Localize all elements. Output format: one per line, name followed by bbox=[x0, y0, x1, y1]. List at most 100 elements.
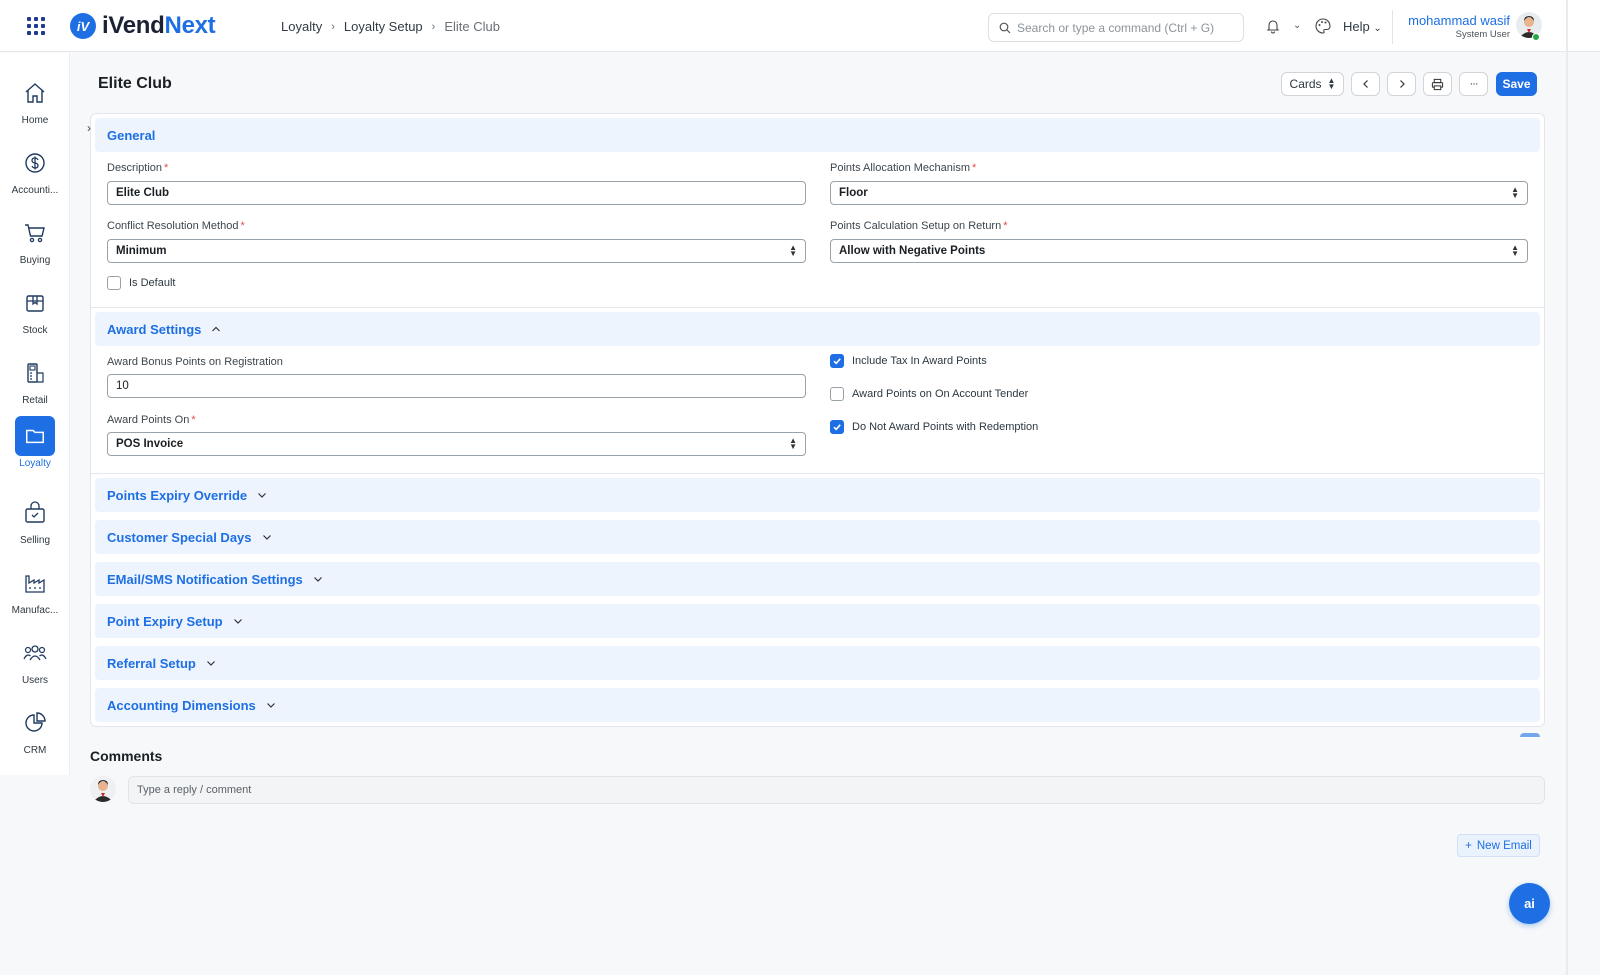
points-calc-return-select[interactable]: Allow with Negative Points ▲ ▼ bbox=[830, 239, 1528, 263]
home-icon bbox=[25, 83, 45, 103]
points-allocation-select[interactable]: Floor ▲ ▼ bbox=[830, 181, 1528, 205]
required-marker: * bbox=[164, 162, 169, 174]
dollar-icon bbox=[25, 153, 45, 173]
points-calc-return-value: Allow with Negative Points bbox=[839, 245, 986, 257]
retail-icon bbox=[27, 363, 44, 383]
search-box[interactable] bbox=[988, 13, 1244, 42]
section-award-settings-header[interactable]: Award Settings bbox=[95, 312, 1540, 346]
sidebar-item-crm[interactable]: CRM bbox=[0, 703, 70, 769]
sidebar-item-label: Retail bbox=[22, 395, 48, 406]
chevron-right-icon: › bbox=[431, 20, 436, 33]
theme-palette-icon[interactable] bbox=[1314, 17, 1332, 35]
checkbox-box[interactable] bbox=[830, 354, 844, 368]
points-allocation-value: Floor bbox=[839, 187, 868, 199]
sidebar-item-stock[interactable]: Stock bbox=[0, 283, 70, 349]
notification-bell-icon[interactable] bbox=[1265, 18, 1281, 34]
checkbox-box[interactable] bbox=[830, 387, 844, 401]
section-email-sms-notification-header[interactable]: EMail/SMS Notification Settings bbox=[95, 562, 1540, 596]
section-referral-setup-header[interactable]: Referral Setup bbox=[95, 646, 1540, 680]
sidebar-item-manufacturing[interactable]: Manufac... bbox=[0, 563, 70, 629]
conflict-resolution-value: Minimum bbox=[116, 245, 167, 257]
select-arrows-icon: ▲ ▼ bbox=[1511, 185, 1519, 200]
sidebar-item-buying[interactable]: Buying bbox=[0, 213, 70, 279]
select-arrows-icon: ▲ ▼ bbox=[789, 243, 797, 258]
section-point-expiry-setup-header[interactable]: Point Expiry Setup bbox=[95, 604, 1540, 638]
section-title: General bbox=[107, 127, 156, 143]
award-on-value: POS Invoice bbox=[116, 438, 184, 450]
sidebar-item-retail[interactable]: Retail bbox=[0, 353, 70, 419]
top-navbar: iV iVendNext Loyalty › Loyalty Setup › E… bbox=[0, 0, 1600, 52]
page-title: Elite Club bbox=[98, 75, 172, 92]
sidebar-item-loyalty[interactable]: Loyalty bbox=[0, 416, 70, 482]
plus-icon: + bbox=[1465, 839, 1472, 852]
select-arrows-icon: ▲ ▼ bbox=[789, 436, 797, 451]
more-dots-icon: ··· bbox=[1469, 78, 1479, 90]
save-button[interactable]: Save bbox=[1496, 72, 1537, 96]
sidebar: Home Accounti... Buying Stock Retail Loy… bbox=[0, 53, 70, 775]
section-divider bbox=[91, 307, 1544, 308]
new-email-label: New Email bbox=[1476, 839, 1532, 852]
award-on-select[interactable]: POS Invoice ▲ ▼ bbox=[107, 432, 806, 456]
next-record-button[interactable] bbox=[1387, 72, 1416, 96]
sidebar-item-label: Stock bbox=[22, 325, 48, 336]
points-allocation-label: Points Allocation Mechanism * bbox=[830, 162, 976, 174]
sidebar-item-label: Home bbox=[21, 115, 49, 126]
award-on-label-text: Award Points On bbox=[107, 414, 190, 426]
box-icon bbox=[26, 295, 44, 312]
points-calc-return-label: Points Calculation Setup on Return * bbox=[830, 220, 1008, 232]
user-menu[interactable]: mohammad wasif System User bbox=[1392, 10, 1510, 44]
checkbox-box[interactable] bbox=[107, 276, 121, 290]
sidebar-item-selling[interactable]: Selling bbox=[0, 493, 70, 559]
on-account-checkbox[interactable]: Award Points on On Account Tender bbox=[830, 387, 1028, 401]
ai-assistant-button[interactable]: ai bbox=[1509, 883, 1550, 924]
conflict-resolution-select[interactable]: Minimum ▲ ▼ bbox=[107, 239, 806, 263]
more-actions-button[interactable]: ··· bbox=[1459, 72, 1488, 96]
points-allocation-label-text: Points Allocation Mechanism bbox=[830, 162, 971, 174]
description-field[interactable]: Elite Club bbox=[107, 181, 806, 205]
search-icon bbox=[999, 22, 1011, 33]
is-default-label: Is Default bbox=[129, 277, 176, 289]
chevron-down-icon bbox=[313, 577, 322, 582]
sidebar-toggle-icon[interactable]: › bbox=[87, 121, 91, 135]
is-default-checkbox[interactable]: Is Default bbox=[107, 276, 175, 290]
comment-user-avatar bbox=[90, 776, 116, 802]
bonus-points-field[interactable]: 10 bbox=[107, 374, 806, 398]
previous-record-button[interactable] bbox=[1351, 72, 1380, 96]
bonus-points-label: Award Bonus Points on Registration bbox=[107, 356, 283, 368]
view-switcher-button[interactable]: Cards ▲ ▼ bbox=[1281, 72, 1344, 96]
notification-dropdown-icon[interactable]: ⌄ bbox=[1293, 20, 1301, 31]
sidebar-item-accounting[interactable]: Accounti... bbox=[0, 143, 70, 209]
no-redemption-checkbox[interactable]: Do Not Award Points with Redemption bbox=[830, 420, 1038, 434]
section-accounting-dimensions-header[interactable]: Accounting Dimensions bbox=[95, 688, 1540, 722]
sidebar-item-users[interactable]: Users bbox=[0, 633, 70, 699]
user-role: System User bbox=[1455, 29, 1510, 40]
comment-input[interactable] bbox=[128, 776, 1545, 804]
section-customer-special-days-header[interactable]: Customer Special Days bbox=[95, 520, 1540, 554]
required-marker: * bbox=[1003, 220, 1008, 232]
description-label-text: Description bbox=[107, 162, 163, 174]
view-switcher-label: Cards bbox=[1289, 77, 1322, 91]
chevron-down-icon bbox=[258, 493, 267, 498]
comments-title: Comments bbox=[90, 748, 163, 764]
app-grid-icon[interactable] bbox=[27, 17, 45, 35]
logo-mark-icon: iV bbox=[70, 13, 96, 39]
folder-icon bbox=[26, 429, 44, 444]
conflict-resolution-label: Conflict Resolution Method * bbox=[107, 220, 245, 232]
new-email-button[interactable]: + New Email bbox=[1457, 834, 1540, 857]
sidebar-item-home[interactable]: Home bbox=[0, 73, 70, 139]
breadcrumb-item-loyalty[interactable]: Loyalty bbox=[281, 19, 322, 34]
help-label: Help bbox=[1343, 19, 1370, 34]
award-on-label: Award Points On * bbox=[107, 414, 196, 426]
help-menu[interactable]: Help ⌄ bbox=[1343, 19, 1382, 34]
print-button[interactable] bbox=[1423, 72, 1452, 96]
chevron-right-icon bbox=[1399, 80, 1405, 88]
cart-icon bbox=[25, 224, 45, 243]
section-points-expiry-override-header[interactable]: Points Expiry Override bbox=[95, 478, 1540, 512]
breadcrumb-item-loyalty-setup[interactable]: Loyalty Setup bbox=[344, 19, 423, 34]
include-tax-checkbox[interactable]: Include Tax In Award Points bbox=[830, 354, 987, 368]
sidebar-item-label: Buying bbox=[19, 255, 51, 266]
section-general-header[interactable]: General bbox=[95, 118, 1540, 152]
app-logo[interactable]: iV iVendNext bbox=[70, 12, 216, 40]
checkbox-box[interactable] bbox=[830, 420, 844, 434]
search-input[interactable] bbox=[1017, 20, 1227, 35]
